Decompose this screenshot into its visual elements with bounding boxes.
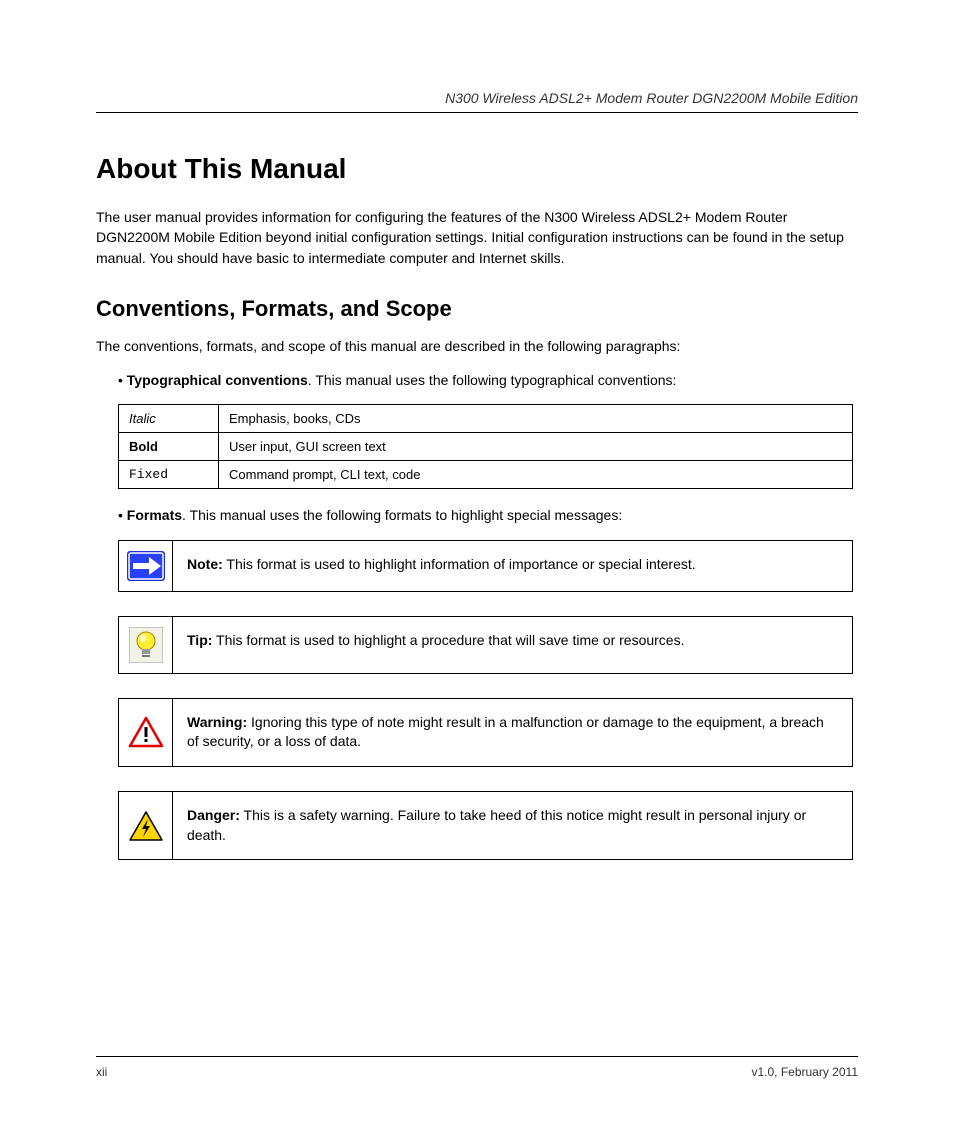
warning-label: Warning:	[187, 714, 247, 730]
tip-body: This format is used to highlight a proce…	[212, 632, 684, 648]
section-heading-conventions: Conventions, Formats, and Scope	[96, 296, 858, 322]
table-cell: Fixed	[119, 461, 219, 489]
table-cell: Italic	[119, 405, 219, 433]
table-cell: Emphasis, books, CDs	[219, 405, 853, 433]
formats-bullet-lead: Formats	[127, 507, 182, 523]
danger-text: Danger: This is a safety warning. Failur…	[173, 792, 852, 859]
danger-icon-cell	[119, 792, 173, 859]
table-row: Bold User input, GUI screen text	[119, 433, 853, 461]
tip-callout: Tip: This format is used to highlight a …	[118, 616, 853, 674]
lightning-triangle-icon	[128, 810, 164, 842]
warning-text: Warning: Ignoring this type of note migh…	[173, 699, 852, 766]
table-cell: Command prompt, CLI text, code	[219, 461, 853, 489]
note-label: Note:	[187, 556, 223, 572]
tip-text: Tip: This format is used to highlight a …	[173, 617, 852, 673]
danger-body: This is a safety warning. Failure to tak…	[187, 807, 806, 843]
intro-paragraph: The user manual provides information for…	[96, 207, 858, 268]
warning-icon-cell	[119, 699, 173, 766]
warning-callout: Warning: Ignoring this type of note migh…	[118, 698, 853, 767]
arrow-right-icon	[127, 551, 165, 581]
page-number: xii	[96, 1065, 107, 1079]
typographical-bullet-lead: Typographical conventions	[127, 372, 308, 388]
version-date: v1.0, February 2011	[751, 1065, 858, 1079]
table-row: Fixed Command prompt, CLI text, code	[119, 461, 853, 489]
warning-body: Ignoring this type of note might result …	[187, 714, 824, 750]
conventions-table: Italic Emphasis, books, CDs Bold User in…	[118, 404, 853, 489]
lightbulb-icon	[129, 627, 163, 663]
typographical-bullet-tail: . This manual uses the following typogra…	[308, 372, 677, 388]
note-callout: Note: This format is used to highlight i…	[118, 540, 853, 592]
header-rule	[96, 112, 858, 113]
danger-callout: Danger: This is a safety warning. Failur…	[118, 791, 853, 860]
formats-bullet: • Formats. This manual uses the followin…	[118, 505, 858, 525]
formats-bullet-tail: . This manual uses the following formats…	[182, 507, 622, 523]
page-title: About This Manual	[96, 153, 858, 185]
note-text: Note: This format is used to highlight i…	[173, 541, 852, 591]
tip-icon-cell	[119, 617, 173, 673]
table-row: Italic Emphasis, books, CDs	[119, 405, 853, 433]
danger-label: Danger:	[187, 807, 240, 823]
warning-triangle-icon	[128, 716, 164, 748]
footer-rule	[96, 1056, 858, 1057]
note-icon-cell	[119, 541, 173, 591]
conventions-intro: The conventions, formats, and scope of t…	[96, 336, 858, 356]
note-body: This format is used to highlight informa…	[223, 556, 696, 572]
running-header: N300 Wireless ADSL2+ Modem Router DGN220…	[96, 90, 858, 106]
page-footer: xii v1.0, February 2011	[96, 1056, 858, 1079]
table-cell: Bold	[119, 433, 219, 461]
tip-label: Tip:	[187, 632, 212, 648]
typographical-bullet: • Typographical conventions. This manual…	[118, 370, 858, 390]
table-cell: User input, GUI screen text	[219, 433, 853, 461]
